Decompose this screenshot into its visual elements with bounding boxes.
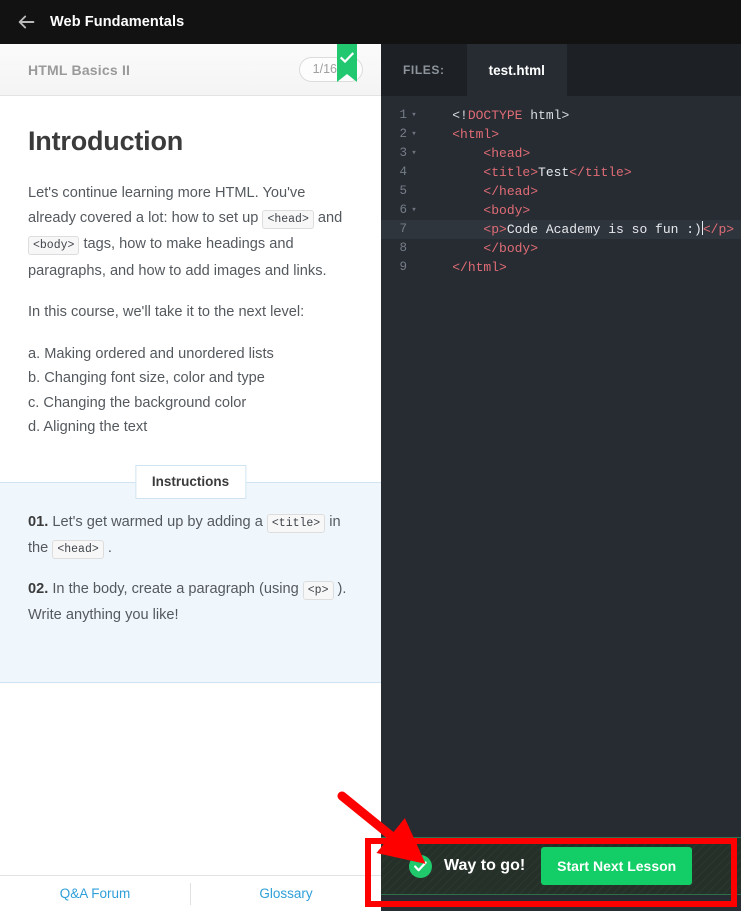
code-line[interactable]: 8 </body> [381, 239, 741, 258]
lesson-header: HTML Basics II 1/16 [0, 44, 381, 96]
glossary-link[interactable]: Glossary [191, 886, 381, 901]
code-token: </body> [483, 241, 539, 256]
code-text: <!DOCTYPE html> [421, 106, 569, 125]
instruction-number: 01. [28, 513, 49, 530]
lesson-paragraph-2: In this course, we'll take it to the nex… [28, 304, 305, 320]
code-text: </head> [421, 182, 538, 201]
fold-caret-icon[interactable]: ▾ [407, 106, 421, 125]
success-banner: Way to go! Start Next Lesson [381, 837, 741, 895]
code-token: </p> [702, 222, 735, 237]
top-navigation-bar: Web Fundamentals [0, 0, 741, 44]
inline-code-body: <body> [28, 236, 80, 255]
inline-code-head: <head> [262, 209, 314, 229]
arrow-left-icon[interactable] [16, 11, 38, 33]
instruction-item-2: 02. In the body, create a paragraph (usi… [28, 577, 351, 628]
list-item: b. Changing font size, color and type [28, 370, 265, 386]
code-line[interactable]: 6 ▾ <body> [381, 201, 741, 220]
code-text: <head> [421, 144, 530, 163]
code-token: <title> [483, 165, 539, 180]
code-line[interactable]: 4 <title>Test</title> [381, 163, 741, 182]
bookmark-check-icon [337, 44, 357, 82]
code-token: <! [452, 108, 468, 123]
code-text: <title>Test</title> [421, 163, 632, 182]
lesson-paragraph-1: Let's continue learning more HTML. You'v… [28, 181, 351, 283]
code-editor-panel: FILES: test.html 1 ▾ <!DOCTYPE html> 2 ▾ <h… [381, 44, 741, 911]
line-number: 5 [399, 184, 407, 198]
paragraph-text: and [313, 209, 343, 226]
code-text: </html> [421, 258, 507, 277]
code-token: </title> [569, 165, 632, 180]
progress-label: 1/16 [312, 62, 337, 76]
instructions-panel: 01. Let's get warmed up by adding a <tit… [0, 481, 381, 683]
code-line[interactable]: 3 ▾ <head> [381, 144, 741, 163]
inline-code-head: <head> [52, 540, 104, 559]
lesson-panel: HTML Basics II 1/16 Introduction Let's c… [0, 44, 381, 911]
code-token: <p> [483, 222, 507, 237]
success-message: Way to go! [444, 857, 526, 874]
code-token: <body> [483, 203, 531, 218]
inline-code-p: <p> [302, 580, 334, 600]
code-text: <html> [421, 125, 499, 144]
code-token: html> [522, 108, 570, 123]
instructions-section: Instructions 01. Let's get warmed up by … [0, 464, 381, 683]
line-number: 2 [399, 127, 407, 141]
code-token: <head> [483, 146, 531, 161]
instruction-number: 02. [28, 580, 49, 597]
code-line[interactable]: 2 ▾ <html> [381, 125, 741, 144]
code-editor[interactable]: 1 ▾ <!DOCTYPE html> 2 ▾ <html> 3 ▾ <head> 4 <t… [381, 96, 741, 277]
inline-code-title: <title> [266, 513, 326, 533]
code-token: </head> [483, 184, 539, 199]
start-next-lesson-button[interactable]: Start Next Lesson [541, 847, 693, 885]
code-line[interactable]: 9 </html> [381, 258, 741, 277]
lesson-topic-list: a. Making ordered and unordered lists b.… [28, 342, 351, 440]
line-number: 4 [399, 165, 407, 179]
instruction-text: Let's get warmed up by adding a [48, 513, 267, 530]
check-circle-icon [409, 854, 432, 878]
tab-instructions[interactable]: Instructions [134, 464, 247, 499]
list-item: c. Changing the background color [28, 394, 247, 411]
code-line[interactable]: 1 ▾ <!DOCTYPE html> [381, 106, 741, 125]
lesson-content: Introduction Let's continue learning mor… [0, 96, 381, 440]
list-item: d. Aligning the text [28, 419, 148, 435]
code-text: </body> [421, 239, 538, 258]
line-number: 8 [399, 241, 407, 255]
code-token: Code Academy is so fun :) [506, 222, 702, 237]
line-number: 7 [399, 222, 407, 236]
instruction-text: . [103, 540, 112, 556]
line-number: 3 [399, 146, 407, 160]
code-line[interactable]: 7 <p>Code Academy is so fun :)</p> [381, 220, 741, 239]
line-number: 9 [399, 260, 407, 274]
line-number: 6 [399, 203, 407, 217]
qa-forum-link[interactable]: Q&A Forum [0, 886, 190, 901]
line-number: 1 [399, 108, 407, 122]
code-token: </html> [452, 260, 507, 275]
page-title: Introduction [28, 126, 184, 156]
lesson-footer: Q&A Forum Glossary [0, 875, 381, 911]
lesson-name: HTML Basics II [28, 61, 131, 78]
code-token: Test [538, 165, 570, 180]
code-token: <html> [452, 127, 500, 142]
code-text: <body> [421, 201, 530, 220]
course-title: Web Fundamentals [50, 14, 185, 30]
code-line[interactable]: 5 </head> [381, 182, 741, 201]
files-label: FILES: [403, 63, 445, 77]
fold-caret-icon[interactable]: ▾ [407, 144, 421, 163]
fold-caret-icon[interactable]: ▾ [407, 201, 421, 220]
code-token: DOCTYPE [467, 108, 523, 123]
tab-test-html[interactable]: test.html [466, 44, 567, 96]
fold-caret-icon[interactable]: ▾ [407, 125, 421, 144]
code-text: <p>Code Academy is so fun :)</p> [421, 220, 734, 239]
instruction-text: In the body, create a paragraph (using [48, 580, 303, 597]
lesson-page: Web Fundamentals HTML Basics II 1/16 Int… [0, 0, 741, 911]
editor-tab-bar: FILES: test.html [381, 44, 741, 96]
instruction-item-1: 01. Let's get warmed up by adding a <tit… [28, 510, 351, 563]
list-item: a. Making ordered and unordered lists [28, 345, 274, 362]
